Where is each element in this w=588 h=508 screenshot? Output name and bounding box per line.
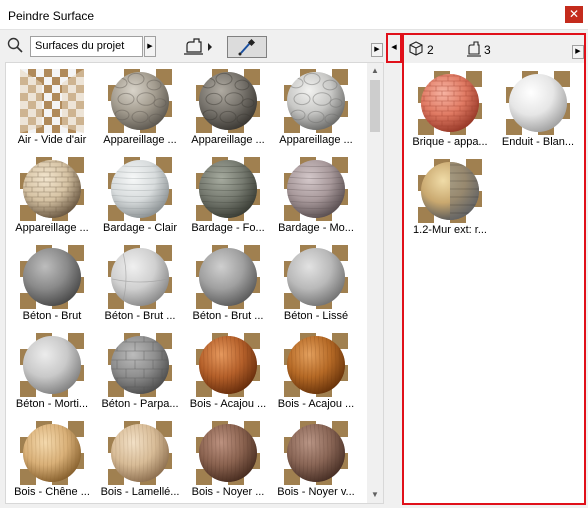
- surface-label: Bardage - Clair: [103, 222, 177, 234]
- surface-tile[interactable]: Bois - Chêne ...: [8, 417, 96, 503]
- material-sphere-thumbnail: [196, 245, 260, 309]
- used-surface-tile[interactable]: Brique - appa...: [406, 67, 494, 154]
- material-sphere-thumbnail: [20, 157, 84, 221]
- surface-label: Appareillage ...: [103, 134, 177, 146]
- material-sphere-thumbnail: [20, 69, 84, 133]
- close-icon: ✕: [568, 7, 580, 21]
- source-dropdown[interactable]: Surfaces du projet: [30, 36, 143, 57]
- used-surface-label: 1.2-Mur ext: r...: [413, 224, 487, 236]
- surface-tile[interactable]: Béton - Parpa...: [96, 329, 184, 416]
- scroll-up-arrow[interactable]: ▲: [367, 63, 383, 79]
- surface-label: Bardage - Fo...: [191, 222, 265, 234]
- surface-label: Bois - Lamellé...: [100, 486, 180, 498]
- surface-tile[interactable]: Appareillage ...: [184, 65, 272, 152]
- surface-tile[interactable]: Bardage - Fo...: [184, 153, 272, 240]
- surface-label: Béton - Morti...: [15, 398, 89, 410]
- left-toolbar: Surfaces du projet ▶ ▶: [0, 33, 388, 61]
- material-sphere-thumbnail: [20, 245, 84, 309]
- material-sphere-thumbnail: [284, 421, 348, 485]
- surface-tile[interactable]: Bois - Acajou ...: [272, 329, 360, 416]
- collapse-panel-arrow[interactable]: ◀: [386, 33, 402, 63]
- surface-tile[interactable]: Béton - Brut ...: [96, 241, 184, 328]
- project-surfaces-header: 2 3 ▶: [404, 35, 584, 63]
- material-sphere-thumbnail: [108, 333, 172, 397]
- surface-tile[interactable]: Bardage - Clair: [96, 153, 184, 240]
- surface-tile[interactable]: Appareillage ...: [272, 65, 360, 152]
- surface-grid: Air - Vide d'air Appareillage ... Appare…: [8, 65, 368, 503]
- surface-label: Appareillage ...: [191, 134, 265, 146]
- material-sphere-thumbnail: [418, 159, 482, 223]
- material-sphere-thumbnail: [20, 333, 84, 397]
- window-title: Peindre Surface: [8, 9, 95, 23]
- surface-label: Béton - Brut ...: [104, 310, 176, 322]
- close-button[interactable]: ✕: [565, 6, 583, 23]
- material-sphere-thumbnail: [108, 245, 172, 309]
- material-sphere-thumbnail: [196, 157, 260, 221]
- material-sphere-thumbnail: [506, 71, 570, 135]
- surface-tile[interactable]: Bois - Noyer v...: [272, 417, 360, 503]
- surface-tile[interactable]: Béton - Lissé: [272, 241, 360, 328]
- material-sphere-thumbnail: [196, 69, 260, 133]
- material-sphere-thumbnail: [284, 245, 348, 309]
- surface-label: Bois - Acajou ...: [277, 398, 355, 410]
- surface-label: Appareillage ...: [15, 222, 89, 234]
- surface-tile[interactable]: Béton - Morti...: [8, 329, 96, 416]
- scroll-down-arrow[interactable]: ▼: [367, 487, 383, 503]
- surface-label: Béton - Brut ...: [192, 310, 264, 322]
- material-sphere-thumbnail: [284, 333, 348, 397]
- surface-label: Béton - Brut: [22, 310, 82, 322]
- surface-label: Bardage - Mo...: [278, 222, 354, 234]
- surface-label: Bois - Noyer v...: [277, 486, 355, 498]
- expand-right-arrow[interactable]: ▶: [371, 43, 383, 57]
- cube-icon: [409, 41, 423, 56]
- scroll-thumb[interactable]: [370, 80, 380, 132]
- material-sphere-thumbnail: [108, 69, 172, 133]
- surface-tile[interactable]: Bardage - Mo...: [272, 153, 360, 240]
- material-sphere-thumbnail: [20, 421, 84, 485]
- surface-label: Béton - Parpa...: [101, 398, 179, 410]
- surface-tile[interactable]: Bois - Lamellé...: [96, 417, 184, 503]
- surface-tile[interactable]: Béton - Brut ...: [184, 241, 272, 328]
- surface-label: Béton - Lissé: [283, 310, 349, 322]
- surface-tile[interactable]: Appareillage ...: [8, 153, 96, 240]
- surface-tile[interactable]: Air - Vide d'air: [8, 65, 96, 152]
- surface-label: Appareillage ...: [279, 134, 353, 146]
- surface-tile[interactable]: Bois - Noyer ...: [184, 417, 272, 503]
- search-icon[interactable]: [7, 37, 23, 53]
- used-surface-label: Enduit - Blan...: [501, 136, 575, 148]
- surface-count: 2: [427, 43, 434, 57]
- paint-brush-icon: [467, 41, 481, 57]
- material-sphere-thumbnail: [196, 421, 260, 485]
- surface-tile[interactable]: Béton - Brut: [8, 241, 96, 328]
- surface-label: Air - Vide d'air: [17, 134, 87, 146]
- paint-brush-icon: [184, 38, 212, 55]
- material-sphere-thumbnail: [284, 69, 348, 133]
- material-sphere-thumbnail: [418, 71, 482, 135]
- surface-catalog: Air - Vide d'air Appareillage ... Appare…: [5, 62, 384, 504]
- source-dropdown-arrow[interactable]: ▶: [144, 36, 156, 57]
- surface-label: Bois - Chêne ...: [14, 486, 90, 498]
- material-sphere-thumbnail: [196, 333, 260, 397]
- eyedropper-button[interactable]: [227, 36, 267, 58]
- used-surface-grid: Brique - appa... Enduit - Blan... 1.2-Mu…: [406, 67, 582, 242]
- title-bar: Peindre Surface ✕: [0, 0, 588, 30]
- used-surface-label: Brique - appa...: [412, 136, 488, 148]
- material-sphere-thumbnail: [108, 157, 172, 221]
- surface-label: Bois - Acajou ...: [189, 398, 267, 410]
- vertical-scrollbar[interactable]: ▲ ▼: [367, 63, 383, 503]
- surface-tile[interactable]: Bois - Acajou ...: [184, 329, 272, 416]
- material-sphere-thumbnail: [284, 157, 348, 221]
- painted-count: 3: [484, 43, 491, 57]
- paint-brush-button[interactable]: [181, 36, 217, 58]
- used-surface-tile[interactable]: 1.2-Mur ext: r...: [406, 155, 494, 242]
- right-panel-arrow[interactable]: ▶: [572, 45, 584, 59]
- surface-label: Bois - Noyer ...: [191, 486, 265, 498]
- material-sphere-thumbnail: [108, 421, 172, 485]
- surface-tile[interactable]: Appareillage ...: [96, 65, 184, 152]
- eyedropper-icon: [238, 38, 256, 56]
- used-surface-tile[interactable]: Enduit - Blan...: [494, 67, 582, 154]
- project-surfaces-panel: 2 3 ▶ Brique - appa... Enduit - Blan... …: [402, 33, 586, 505]
